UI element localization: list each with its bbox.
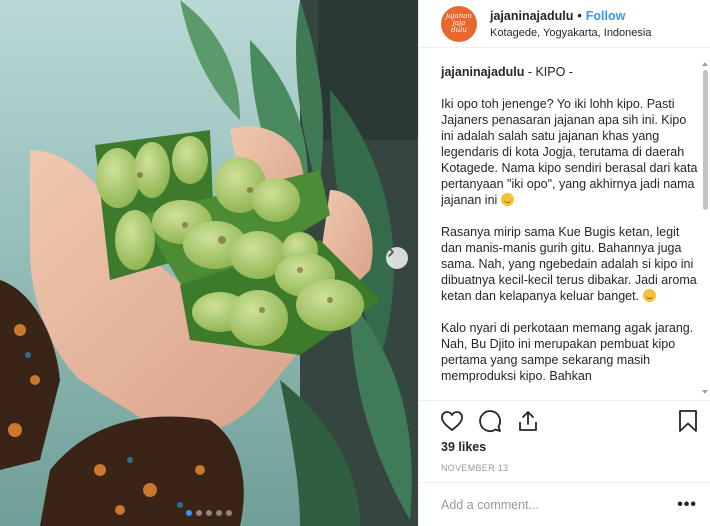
caption-paragraph-text: Kalo nyari di perkotaan memang agak jara…	[441, 321, 694, 383]
caption-scrollbar[interactable]	[702, 48, 708, 400]
location-link[interactable]: Kotagede, Yogyakarta, Indonesia	[490, 27, 651, 39]
scroll-down-arrow-icon[interactable]	[702, 390, 708, 394]
like-button[interactable]	[439, 408, 465, 434]
bookmark-icon	[679, 410, 697, 432]
follow-button[interactable]: Follow	[586, 9, 626, 23]
divider	[419, 400, 710, 401]
save-button[interactable]	[675, 408, 701, 434]
post-header: jajanan jaja dulu jajaninajadulu • Follo…	[419, 0, 710, 48]
caption: jajaninajadulu - KIPO - Iki opo toh jene…	[441, 64, 699, 400]
carousel-dot	[196, 510, 202, 516]
share-button[interactable]	[515, 408, 541, 434]
carousel-dot	[226, 510, 232, 516]
caption-paragraph: Iki opo toh jenenge? Yo iki lohh kipo. P…	[441, 96, 699, 208]
caption-heading: jajaninajadulu - KIPO -	[441, 64, 699, 80]
header-text: jajaninajadulu • Follow Kotagede, Yogyak…	[490, 9, 651, 39]
kipo-photo-illustration	[0, 0, 418, 526]
caption-paragraph: Kalo nyari di perkotaan memang agak jara…	[441, 320, 699, 384]
carousel-dot	[186, 510, 192, 516]
caption-paragraph-text: Rasanya mirip sama Kue Bugis ketan, legi…	[441, 225, 697, 303]
caption-title: - KIPO -	[524, 65, 573, 79]
chevron-right-icon	[388, 247, 394, 257]
separator-dot: •	[577, 8, 582, 23]
caption-paragraph-text: Iki opo toh jenenge? Yo iki lohh kipo. P…	[441, 97, 698, 207]
comment-bar: •••	[419, 483, 710, 526]
heart-icon	[441, 411, 463, 431]
next-photo-button[interactable]	[386, 247, 408, 269]
comment-input[interactable]	[441, 497, 678, 512]
header-line: jajaninajadulu • Follow	[490, 9, 651, 23]
post-date[interactable]: NOVEMBER 13	[441, 463, 508, 473]
comment-button[interactable]	[477, 408, 503, 434]
carousel-dot	[216, 510, 222, 516]
smile-emoji-icon	[500, 193, 514, 206]
caption-paragraph: Rasanya mirip sama Kue Bugis ketan, legi…	[441, 224, 699, 304]
likes-count[interactable]: 39 likes	[441, 440, 486, 454]
avatar-text-line3: dulu	[451, 26, 467, 34]
smile-emoji-icon	[642, 289, 656, 302]
more-options-button[interactable]: •••	[677, 496, 697, 514]
username-link[interactable]: jajaninajadulu	[490, 9, 573, 23]
share-icon	[519, 411, 537, 431]
comment-icon	[479, 410, 501, 432]
post-details-panel: jajanan jaja dulu jajaninajadulu • Follo…	[418, 0, 710, 526]
scroll-up-arrow-icon[interactable]	[702, 62, 708, 66]
carousel-dot	[206, 510, 212, 516]
carousel-dots	[0, 510, 418, 516]
scroll-thumb[interactable]	[703, 70, 708, 210]
caption-username[interactable]: jajaninajadulu	[441, 65, 524, 79]
action-bar	[439, 408, 701, 434]
avatar[interactable]: jajanan jaja dulu	[441, 5, 477, 42]
post-photo[interactable]	[0, 0, 418, 526]
